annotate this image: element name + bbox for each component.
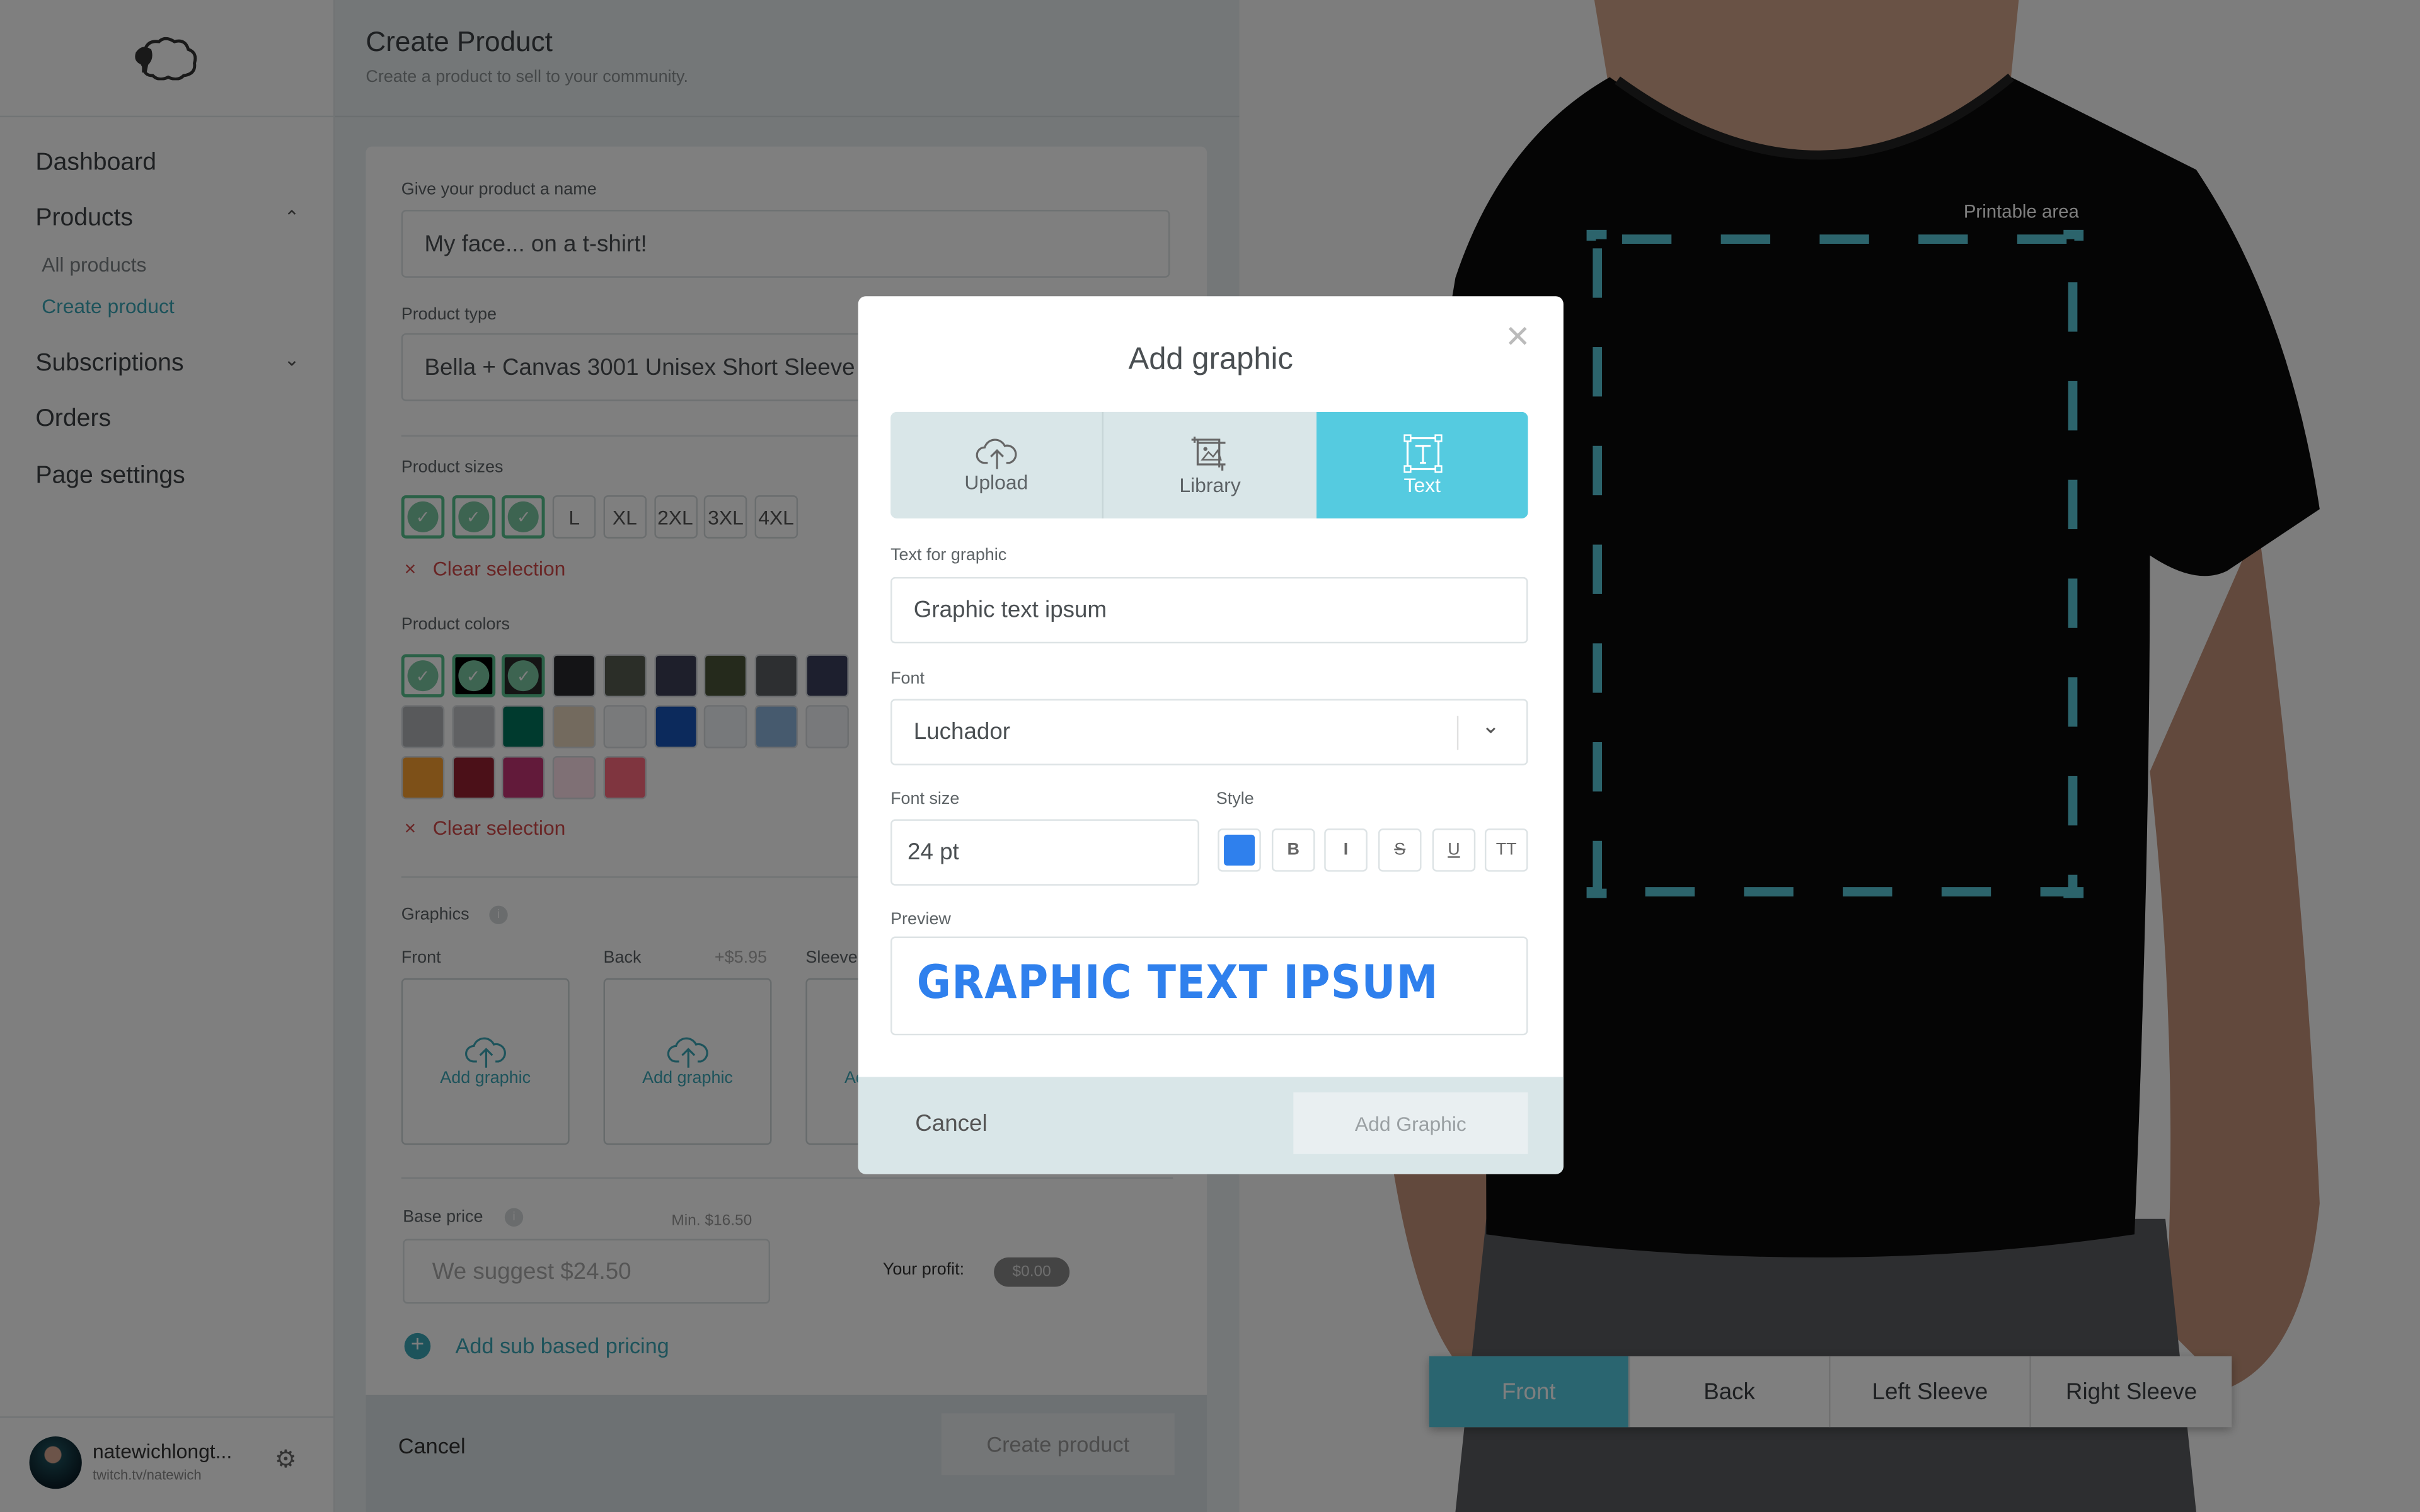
strikethrough-button[interactable]: S: [1378, 828, 1422, 872]
preview-text: GRAPHIC TEXT IPSUM: [916, 957, 1439, 1010]
add-graphic-button[interactable]: Add Graphic: [1293, 1092, 1528, 1154]
preview-box: GRAPHIC TEXT IPSUM: [890, 936, 1528, 1036]
divider: [1456, 716, 1459, 750]
font-select[interactable]: Luchador ⌄: [890, 699, 1528, 765]
image-library-icon: [1191, 437, 1226, 471]
font-value: Luchador: [913, 719, 1011, 745]
text-label: Text for graphic: [890, 546, 1007, 565]
color-swatch: [1224, 834, 1255, 866]
bold-button[interactable]: B: [1271, 828, 1315, 872]
cloud-upload-icon: [975, 438, 1017, 469]
font-size-input[interactable]: 24 pt: [890, 819, 1199, 886]
tab-upload[interactable]: Upload: [890, 411, 1104, 518]
italic-button[interactable]: I: [1324, 828, 1368, 872]
underline-button[interactable]: U: [1432, 828, 1476, 872]
text-box-icon: [1403, 434, 1442, 473]
add-graphic-modal: Add graphic ✕ Upload Library Text Text f…: [858, 296, 1564, 1174]
tab-library[interactable]: Library: [1103, 412, 1317, 518]
modal-title: Add graphic: [1128, 342, 1293, 377]
source-tabs: Upload Library Text: [890, 411, 1528, 518]
uppercase-button[interactable]: TT: [1484, 828, 1528, 872]
close-icon[interactable]: ✕: [1505, 318, 1531, 356]
chevron-down-icon: ⌄: [1482, 713, 1500, 738]
preview-label: Preview: [890, 910, 951, 929]
modal-footer: Cancel Add Graphic: [858, 1077, 1564, 1174]
tab-label: Upload: [964, 470, 1028, 494]
font-size-label: Font size: [890, 789, 960, 809]
modal-cancel-button[interactable]: Cancel: [915, 1111, 987, 1137]
text-color-picker[interactable]: [1218, 828, 1261, 872]
font-label: Font: [890, 669, 925, 689]
tab-label: Library: [1179, 473, 1241, 497]
tab-text[interactable]: Text: [1316, 411, 1528, 518]
style-label: Style: [1216, 789, 1254, 809]
tab-label: Text: [1403, 473, 1441, 497]
graphic-text-input[interactable]: Graphic text ipsum: [890, 576, 1528, 644]
